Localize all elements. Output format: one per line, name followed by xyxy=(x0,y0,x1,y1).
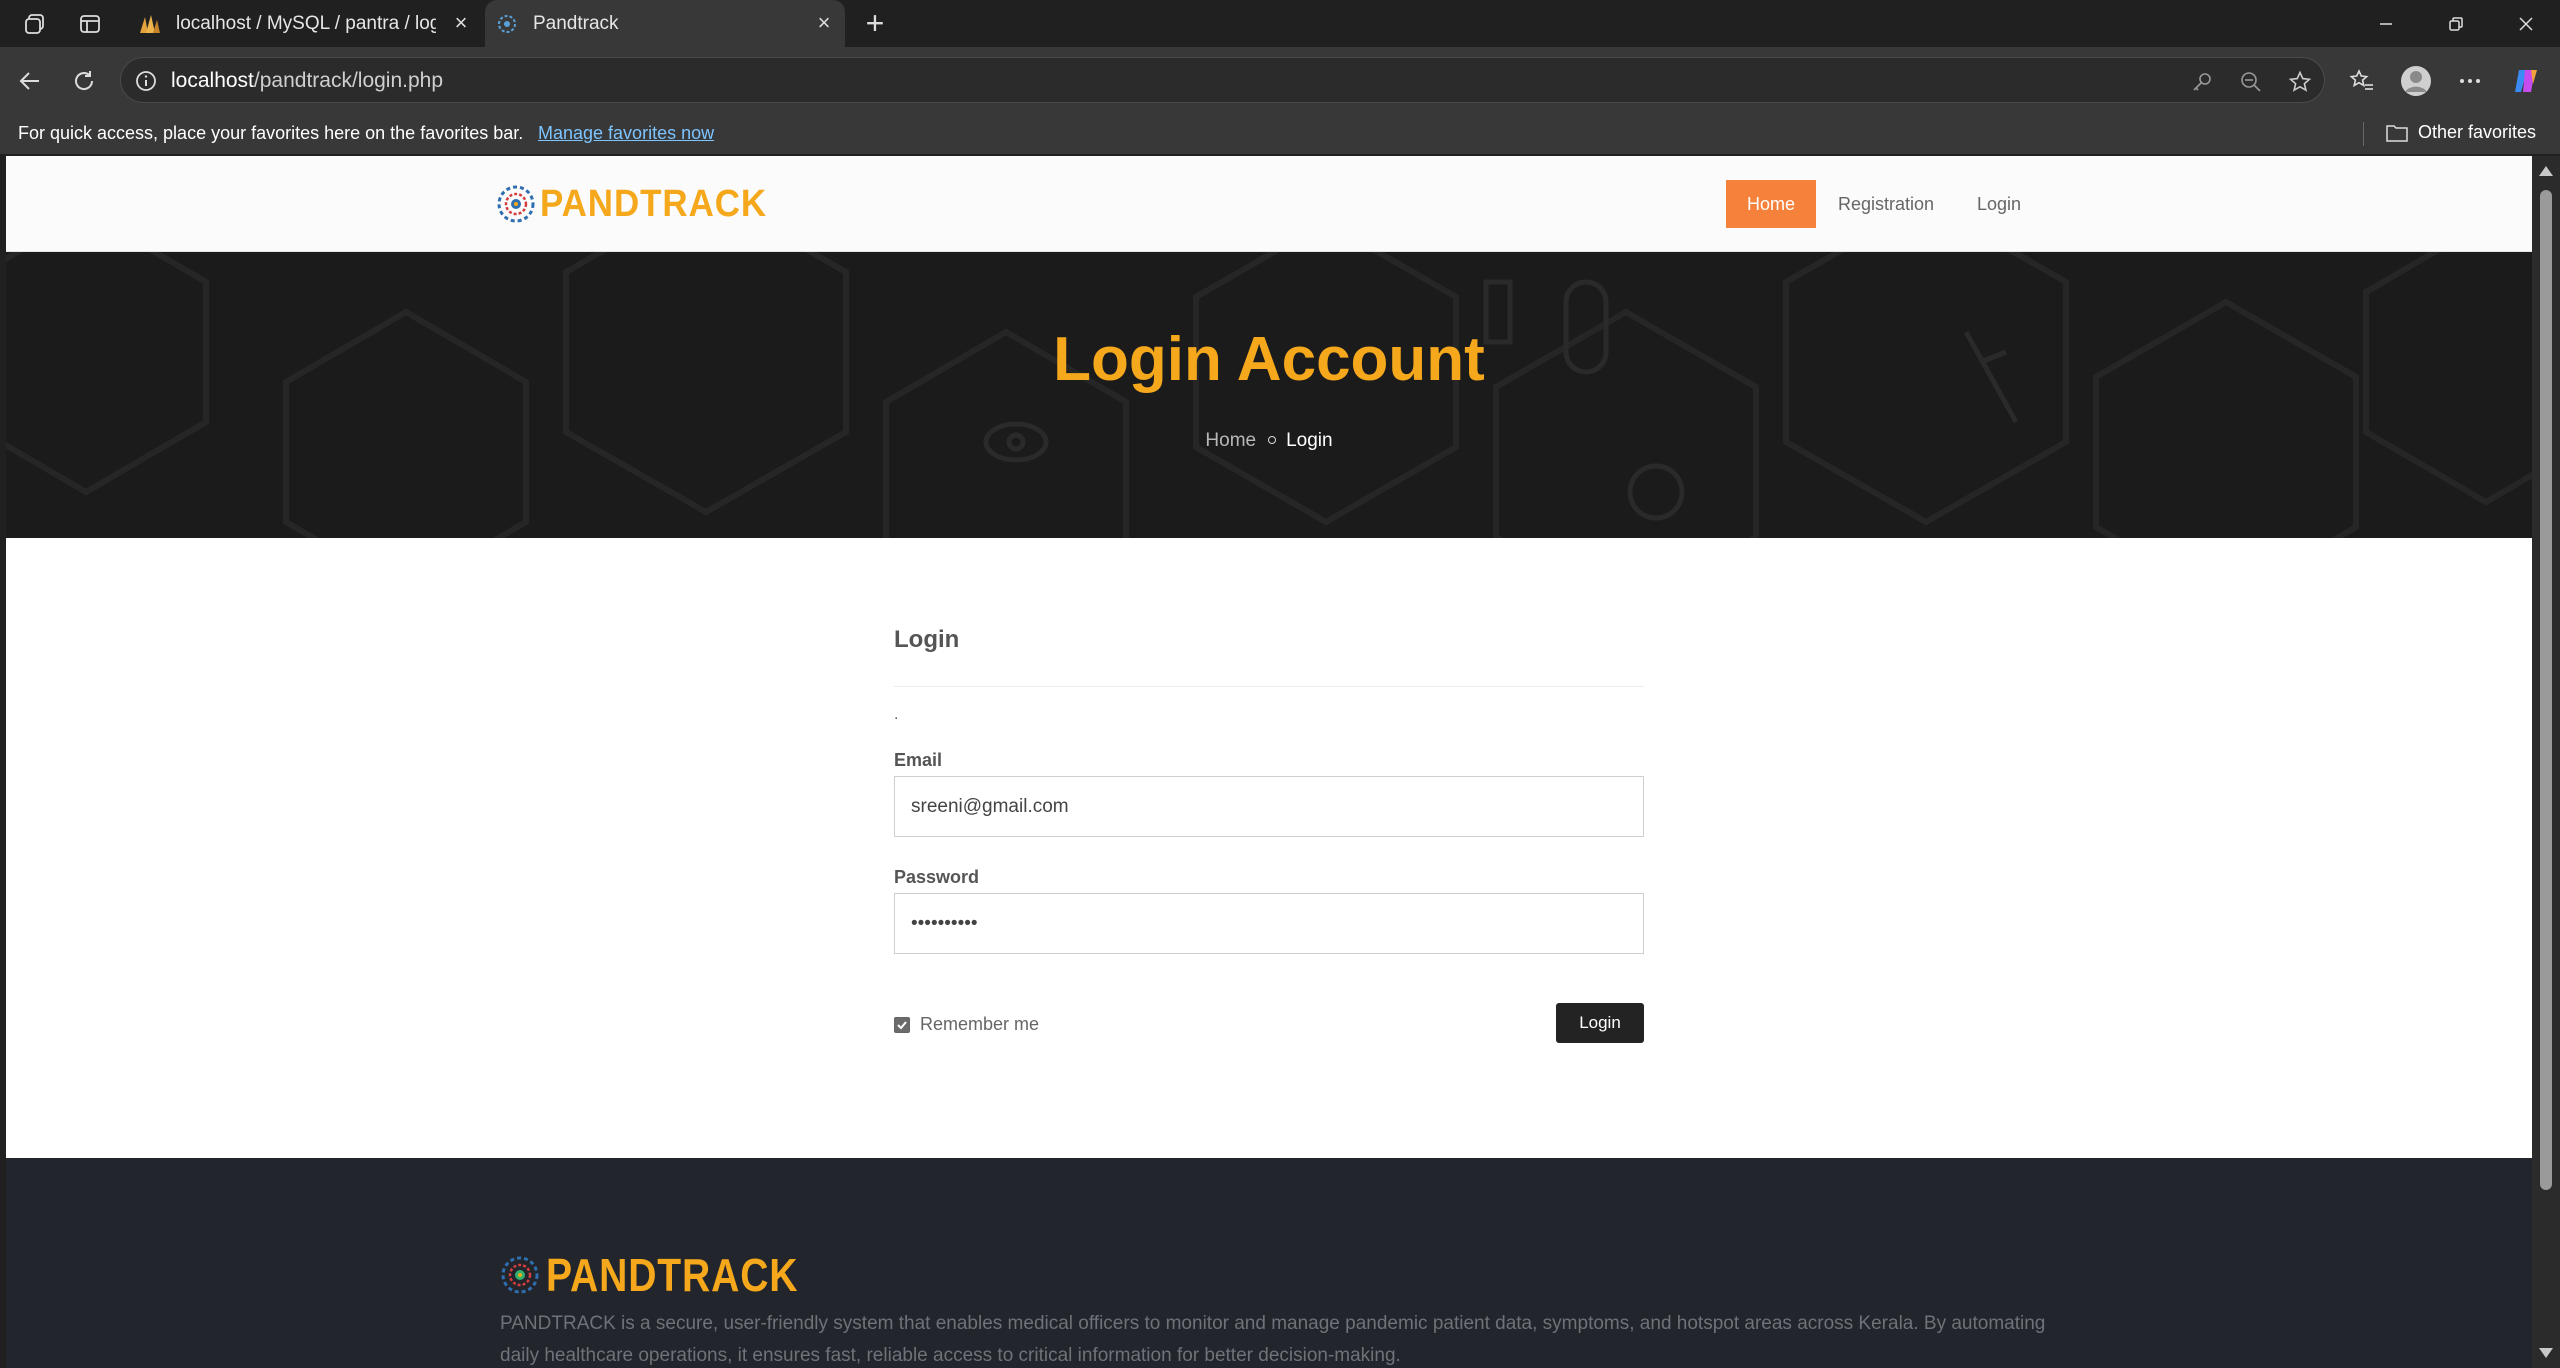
password-label: Password xyxy=(894,867,980,887)
back-arrow-icon[interactable] xyxy=(12,63,48,99)
password-key-icon[interactable] xyxy=(2189,69,2215,95)
more-options-icon[interactable] xyxy=(2454,65,2486,97)
footer-logo[interactable]: PANDTRACK xyxy=(500,1248,843,1302)
nav-login[interactable]: Login xyxy=(1964,180,2034,228)
browser-toolbar: localhost/pandtrack/login.php xyxy=(0,47,2560,114)
hero-background-pattern xyxy=(6,252,2532,538)
site-info-icon[interactable] xyxy=(134,69,158,93)
breadcrumb-separator-icon xyxy=(1268,435,1277,444)
form-heading: Login xyxy=(894,626,960,653)
zoom-out-icon[interactable] xyxy=(2238,69,2264,95)
copilot-icon[interactable] xyxy=(2510,65,2542,97)
favorites-divider xyxy=(2363,122,2364,146)
breadcrumb: Home Login xyxy=(6,430,2532,452)
favorites-icon[interactable] xyxy=(2346,65,2378,97)
close-window-icon[interactable] xyxy=(2498,0,2554,47)
scroll-up-arrow-icon[interactable] xyxy=(2539,166,2553,176)
vertical-tabs-icon[interactable] xyxy=(76,10,104,38)
page-scrollbar[interactable] xyxy=(2532,156,2560,1368)
other-favorites-label: Other favorites xyxy=(2418,122,2537,142)
remember-me[interactable]: Remember me xyxy=(894,1014,1039,1035)
favorite-star-icon[interactable] xyxy=(2287,69,2313,95)
profile-avatar-icon[interactable] xyxy=(2400,65,2432,97)
site-logo[interactable]: PANDTRACK xyxy=(496,178,787,230)
remember-label: Remember me xyxy=(920,1014,1040,1034)
site-header: PANDTRACK Home Registration Login xyxy=(6,156,2532,252)
pandtrack-favicon-icon xyxy=(495,12,519,36)
login-button[interactable]: Login xyxy=(1556,1003,1644,1043)
page-title: Login Account xyxy=(1053,325,1485,394)
url-path: /pandtrack/login.php xyxy=(253,69,444,92)
email-label: Email xyxy=(894,750,943,770)
phpmyadmin-favicon-icon xyxy=(138,12,162,36)
pandtrack-logo-icon xyxy=(497,185,535,223)
favorites-bar-message: For quick access, place your favorites h… xyxy=(18,123,524,143)
form-notice: . xyxy=(894,706,899,723)
close-tab-icon[interactable]: × xyxy=(813,10,835,35)
scroll-down-arrow-icon[interactable] xyxy=(2539,1348,2553,1358)
login-form-section: Login . Email Password Remember me Login xyxy=(6,538,2532,1158)
page-viewport: PANDTRACK Home Registration Login Login … xyxy=(6,156,2532,1368)
password-field[interactable] xyxy=(894,893,1644,954)
page-hero-banner: Login Account Home Login xyxy=(6,252,2532,538)
new-tab-button[interactable]: + xyxy=(858,5,892,41)
folder-icon xyxy=(2386,124,2408,142)
pandtrack-logo-icon xyxy=(501,1256,539,1294)
url-host: localhost xyxy=(171,69,254,92)
workspaces-icon[interactable] xyxy=(22,10,50,38)
tab-title: Pandtrack xyxy=(533,12,619,34)
close-tab-icon[interactable]: × xyxy=(450,10,472,35)
manage-favorites-link[interactable]: Manage favorites now xyxy=(538,123,714,144)
email-field[interactable] xyxy=(894,776,1644,837)
tab-pandtrack[interactable]: Pandtrack × xyxy=(485,0,845,47)
nav-registration[interactable]: Registration xyxy=(1831,180,1941,228)
tab-phpmyadmin[interactable]: localhost / MySQL / pantra / logi × xyxy=(128,0,482,47)
checkmark-icon xyxy=(897,1020,907,1029)
site-footer: PANDTRACK PANDTRACK is a secure, user-fr… xyxy=(6,1158,2532,1368)
footer-description: PANDTRACK is a secure, user-friendly sys… xyxy=(500,1313,2046,1366)
minimize-icon[interactable] xyxy=(2358,0,2414,47)
scrollbar-thumb[interactable] xyxy=(2540,190,2552,1190)
nav-home[interactable]: Home xyxy=(1726,180,1816,228)
remember-checkbox[interactable] xyxy=(894,1016,910,1033)
other-favorites-button[interactable]: Other favorites xyxy=(2386,122,2536,143)
breadcrumb-current: Login xyxy=(1286,430,1333,451)
form-divider xyxy=(894,686,1644,687)
favorites-bar: For quick access, place your favorites h… xyxy=(0,114,2560,154)
tab-title: localhost / MySQL / pantra / logi xyxy=(176,12,436,34)
address-bar[interactable]: localhost/pandtrack/login.php xyxy=(120,57,2325,103)
footer-logo-text: PANDTRACK xyxy=(546,1249,799,1301)
refresh-icon[interactable] xyxy=(66,63,102,99)
breadcrumb-home[interactable]: Home xyxy=(1205,430,1256,451)
browser-tab-bar: localhost / MySQL / pantra / logi × Pand… xyxy=(0,0,2560,47)
restore-icon[interactable] xyxy=(2428,0,2484,47)
logo-text: PANDTRACK xyxy=(540,182,768,225)
address-url: localhost/pandtrack/login.php xyxy=(171,69,443,93)
